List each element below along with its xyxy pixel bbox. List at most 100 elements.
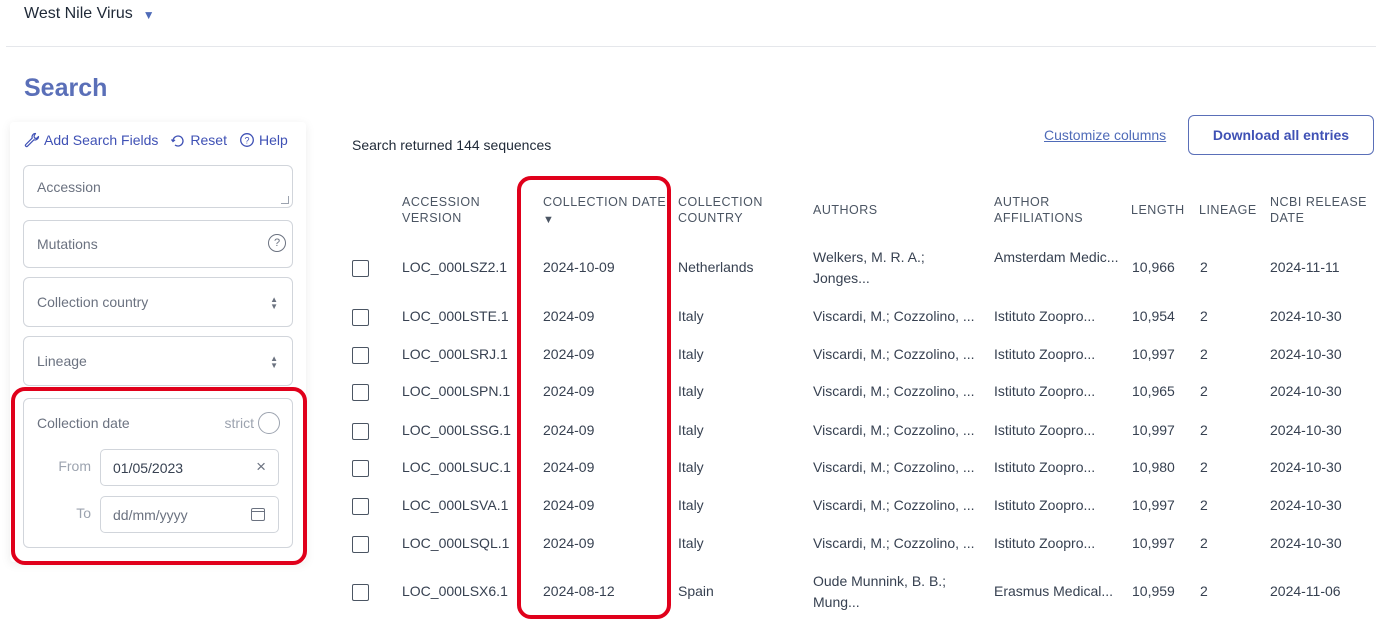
- cell-collection-country: Netherlands: [678, 259, 754, 275]
- cell-collection-date: 2024-09: [543, 346, 595, 362]
- cell-authors: Viscardi, M.; Cozzolino, ...: [813, 459, 975, 475]
- date-from-input[interactable]: 01/05/2023 ×: [100, 449, 279, 486]
- question-icon[interactable]: ?: [268, 234, 286, 252]
- cell-length: 10,954: [1132, 308, 1175, 324]
- reset-icon: [171, 135, 185, 147]
- col-header-accession[interactable]: ACCESSION VERSION: [402, 194, 480, 226]
- date-from-value: 01/05/2023: [113, 459, 184, 476]
- cell-collection-country: Italy: [678, 535, 704, 551]
- cell-author-affiliations: Amsterdam Medic...: [994, 249, 1119, 265]
- cell-collection-country: Italy: [678, 459, 704, 475]
- cell-ncbi-release-date: 2024-10-30: [1270, 308, 1342, 324]
- results-count: Search returned 144 sequences: [352, 137, 552, 153]
- cell-accession: LOC_000LSTE.1: [402, 308, 509, 324]
- cell-ncbi-release-date: 2024-10-30: [1270, 346, 1342, 362]
- row-checkbox[interactable]: [352, 260, 369, 277]
- cell-length: 10,997: [1132, 535, 1175, 551]
- cell-ncbi-release-date: 2024-10-30: [1270, 535, 1342, 551]
- select-arrows-icon: ▲ ▼: [270, 354, 278, 370]
- cell-length: 10,959: [1132, 583, 1175, 599]
- lineage-placeholder: Lineage: [37, 353, 87, 369]
- cell-ncbi-release-date: 2024-10-30: [1270, 383, 1342, 399]
- cell-collection-date: 2024-09: [543, 383, 595, 399]
- col-header-author-affiliations[interactable]: AUTHOR AFFILIATIONS: [994, 194, 1083, 226]
- cell-lineage: 2: [1200, 383, 1208, 399]
- cell-ncbi-release-date: 2024-10-30: [1270, 422, 1342, 438]
- search-sidebar: Add Search Fields Reset ? Help Accession…: [10, 122, 306, 562]
- help-button[interactable]: ? Help: [239, 132, 288, 148]
- cell-authors: Oude Munnink, B. B.; Mung...: [813, 573, 947, 610]
- cell-authors: Viscardi, M.; Cozzolino, ...: [813, 497, 975, 513]
- cell-author-affiliations: Istituto Zoopro...: [994, 535, 1096, 551]
- date-to-input[interactable]: dd/mm/yyyy: [100, 496, 279, 533]
- cell-author-affiliations: Erasmus Medical...: [994, 583, 1114, 599]
- cell-length: 10,997: [1132, 346, 1175, 362]
- sort-descending-icon: ▼: [543, 214, 555, 226]
- cell-author-affiliations: Istituto Zoopro...: [994, 346, 1096, 362]
- calendar-icon[interactable]: [251, 508, 265, 521]
- download-all-button[interactable]: Download all entries: [1188, 115, 1374, 155]
- cell-authors: Viscardi, M.; Cozzolino, ...: [813, 346, 975, 362]
- col-header-release-l1: NCBI RELEASE: [1270, 195, 1368, 209]
- cell-authors: Viscardi, M.; Cozzolino, ...: [813, 422, 975, 438]
- row-checkbox[interactable]: [352, 536, 369, 553]
- collection-country-select[interactable]: Collection country ▲ ▼: [23, 277, 293, 327]
- wrench-icon: [24, 132, 40, 148]
- cell-length: 10,997: [1132, 497, 1175, 513]
- reset-label: Reset: [190, 132, 227, 148]
- search-toolbar: Add Search Fields Reset ? Help: [24, 132, 288, 148]
- cell-ncbi-release-date: 2024-11-06: [1270, 583, 1341, 599]
- cell-ncbi-release-date: 2024-11-11: [1270, 259, 1340, 275]
- cell-collection-date: 2024-09: [543, 497, 595, 513]
- row-checkbox[interactable]: [352, 347, 369, 364]
- cell-accession: LOC_000LSQL.1: [402, 535, 510, 551]
- row-checkbox[interactable]: [352, 498, 369, 515]
- row-checkbox[interactable]: [352, 584, 369, 601]
- strict-label: strict: [224, 415, 254, 431]
- col-header-collection-date[interactable]: COLLECTION DATE ▼: [543, 194, 666, 228]
- organism-label: West Nile Virus: [24, 5, 133, 22]
- help-label: Help: [258, 132, 288, 148]
- cell-collection-date: 2024-10-09: [543, 259, 615, 275]
- customize-columns-link[interactable]: Customize columns: [1044, 127, 1166, 143]
- svg-text:?: ?: [244, 135, 249, 145]
- cell-ncbi-release-date: 2024-10-30: [1270, 459, 1342, 475]
- page-title: Search: [24, 74, 108, 102]
- col-header-lineage[interactable]: LINEAGE: [1199, 202, 1257, 218]
- cell-accession: LOC_000LSSG.1: [402, 422, 511, 438]
- strict-toggle[interactable]: [258, 412, 280, 434]
- col-header-length[interactable]: LENGTH: [1131, 202, 1185, 218]
- col-header-authors[interactable]: AUTHORS: [813, 202, 878, 218]
- cell-collection-date: 2024-09: [543, 459, 595, 475]
- col-header-collection-country[interactable]: COLLECTION COUNTRY: [678, 194, 763, 226]
- cell-length: 10,997: [1132, 422, 1175, 438]
- add-search-fields-button[interactable]: Add Search Fields: [24, 132, 158, 148]
- cell-collection-country: Italy: [678, 346, 704, 362]
- row-checkbox[interactable]: [352, 423, 369, 440]
- row-checkbox[interactable]: [352, 309, 369, 326]
- lineage-select[interactable]: Lineage ▲ ▼: [23, 336, 293, 386]
- col-header-ncbi-release-date[interactable]: NCBI RELEASE DATE: [1270, 194, 1367, 226]
- cell-author-affiliations: Istituto Zoopro...: [994, 422, 1096, 438]
- accession-input[interactable]: Accession: [23, 165, 293, 208]
- row-checkbox[interactable]: [352, 384, 369, 401]
- cell-ncbi-release-date: 2024-10-30: [1270, 497, 1342, 513]
- col-header-aff-l1: AUTHOR: [994, 195, 1050, 209]
- cell-accession: LOC_000LSRJ.1: [402, 346, 508, 362]
- cell-collection-date: 2024-09: [543, 422, 595, 438]
- resize-handle-icon[interactable]: [281, 196, 289, 204]
- cell-lineage: 2: [1200, 259, 1208, 275]
- cell-lineage: 2: [1200, 346, 1208, 362]
- help-icon: ?: [240, 133, 254, 147]
- cell-collection-country: Italy: [678, 422, 704, 438]
- col-header-accession-l1: ACCESSION: [402, 195, 481, 209]
- mutations-input[interactable]: Mutations ?: [23, 220, 293, 268]
- reset-button[interactable]: Reset: [170, 132, 227, 148]
- accession-placeholder: Accession: [37, 179, 101, 195]
- organism-selector[interactable]: West Nile Virus ▼: [24, 4, 155, 24]
- row-checkbox[interactable]: [352, 460, 369, 477]
- clear-icon[interactable]: ×: [256, 457, 266, 477]
- cell-author-affiliations: Istituto Zoopro...: [994, 497, 1096, 513]
- col-header-release-l2: DATE: [1270, 211, 1305, 225]
- cell-lineage: 2: [1200, 497, 1208, 513]
